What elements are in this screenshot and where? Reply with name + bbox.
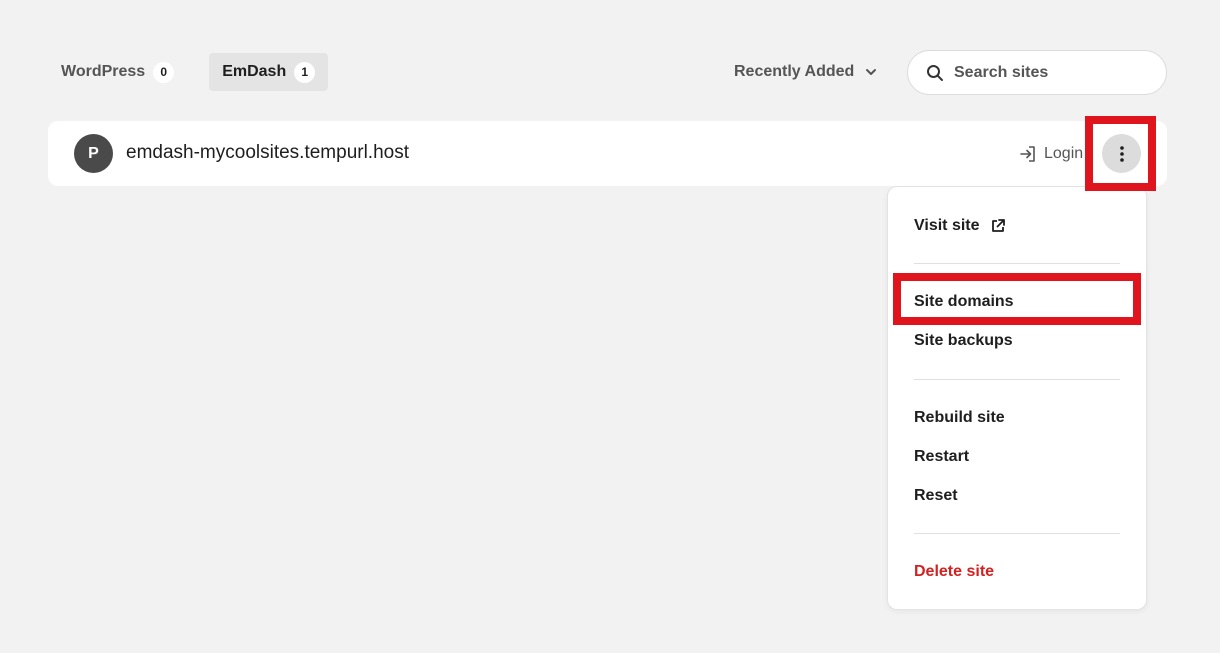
menu-divider — [914, 379, 1120, 380]
tab-label: WordPress — [61, 63, 146, 80]
chevron-down-icon — [866, 69, 877, 75]
tab-label: EmDash — [222, 63, 287, 80]
menu-item-label: Restart — [914, 448, 970, 465]
tab-count-badge: 1 — [294, 61, 316, 83]
menu-item-visit-site[interactable]: Visit site — [914, 214, 1006, 238]
menu-item-reset[interactable]: Reset — [914, 484, 958, 508]
menu-divider — [914, 263, 1120, 264]
tab-wordpress[interactable]: WordPress 0 — [48, 53, 187, 91]
menu-item-delete-site[interactable]: Delete site — [914, 560, 994, 584]
menu-item-site-domains[interactable]: Site domains — [914, 290, 1014, 314]
menu-divider — [914, 533, 1120, 534]
more-options-button[interactable] — [1102, 134, 1141, 173]
platform-tabs: WordPress 0 EmDash 1 — [48, 53, 329, 91]
login-label: Login — [1044, 145, 1084, 162]
menu-item-label: Rebuild site — [914, 409, 1005, 426]
site-avatar: P — [74, 134, 113, 173]
more-vertical-icon — [1119, 145, 1124, 162]
search-icon — [927, 64, 943, 81]
search-input[interactable] — [954, 63, 1144, 82]
sort-dropdown[interactable]: Recently Added — [734, 60, 878, 84]
menu-item-restart[interactable]: Restart — [914, 445, 969, 469]
tab-count-badge: 0 — [153, 61, 175, 83]
login-button[interactable]: Login — [1018, 142, 1083, 166]
sites-page: WordPress 0 EmDash 1 Recently Added P em… — [0, 0, 1220, 653]
menu-item-label: Visit site — [914, 217, 980, 234]
search-box[interactable] — [907, 50, 1167, 95]
menu-item-label: Reset — [914, 487, 958, 504]
menu-item-label: Site domains — [914, 293, 1014, 310]
sort-label: Recently Added — [734, 63, 855, 80]
menu-item-site-backups[interactable]: Site backups — [914, 329, 1013, 353]
menu-item-label: Site backups — [914, 332, 1013, 349]
menu-item-rebuild-site[interactable]: Rebuild site — [914, 406, 1005, 430]
tab-emdash[interactable]: EmDash 1 — [209, 53, 329, 91]
site-options-menu: Visit site Site domains Site backups Reb… — [887, 186, 1147, 610]
site-name[interactable]: emdash-mycoolsites.tempurl.host — [126, 142, 409, 164]
menu-item-label: Delete site — [914, 563, 995, 580]
site-row: P emdash-mycoolsites.tempurl.host Login — [48, 121, 1167, 186]
login-icon — [1020, 146, 1035, 162]
external-link-icon — [991, 219, 1005, 232]
